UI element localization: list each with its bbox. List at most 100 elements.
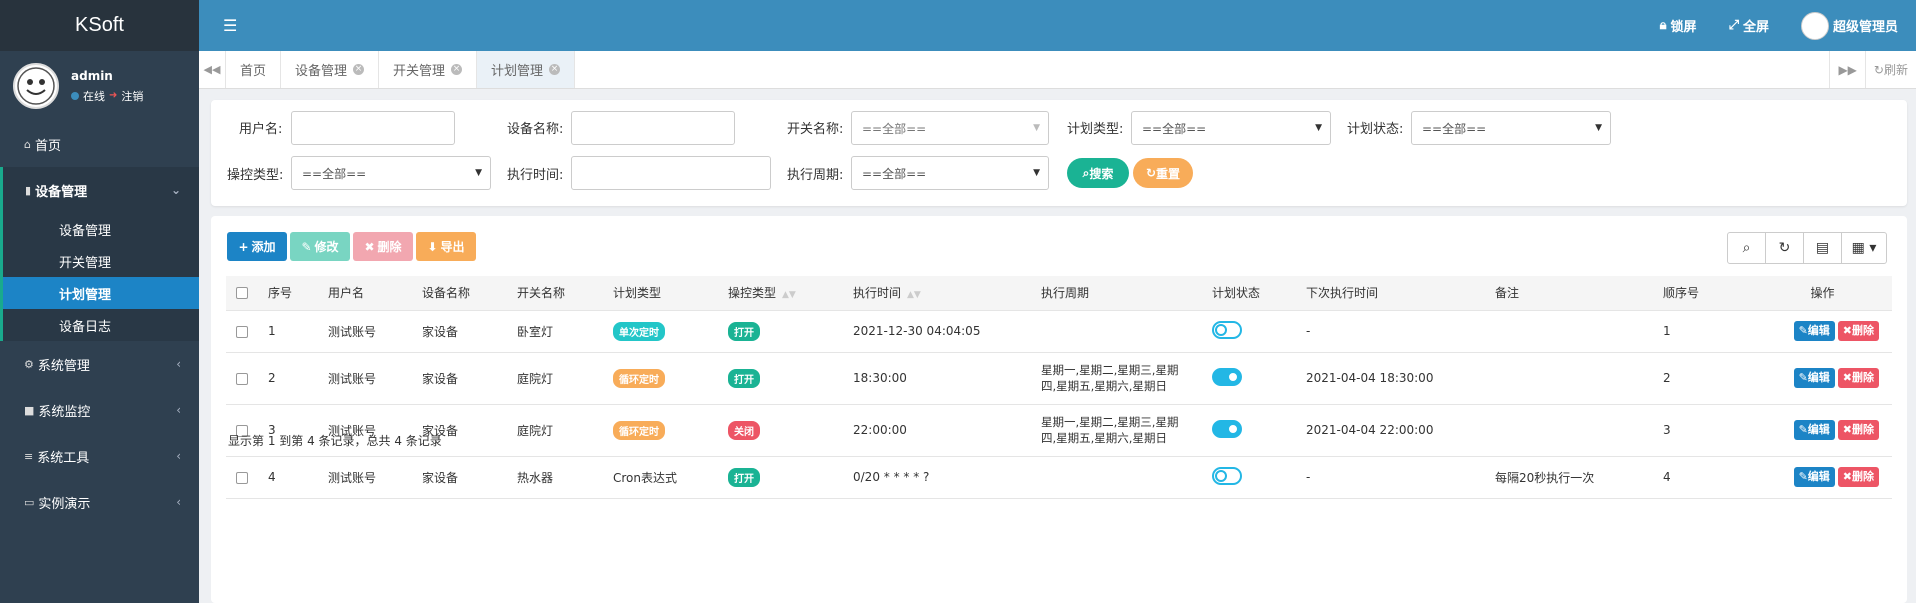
nav-system-monitor[interactable]: ■ 系统监控 ‹	[0, 387, 199, 433]
col-order[interactable]: 顺序号	[1653, 276, 1753, 311]
row-edit-label: 编辑	[1807, 423, 1830, 436]
col-exec-time[interactable]: 执行时间 ▲▼	[843, 276, 1031, 311]
subnav-device[interactable]: 设备管理	[0, 213, 199, 245]
logout-icon[interactable]: ➜	[109, 90, 117, 101]
edit-button[interactable]: ✎ 修改	[290, 232, 350, 261]
subnav-plan[interactable]: 计划管理	[0, 277, 199, 309]
refresh-tab-button[interactable]: ↻ 刷新	[1864, 51, 1916, 88]
close-icon[interactable]: ×	[451, 64, 463, 75]
plan-status-toggle[interactable]	[1212, 320, 1242, 339]
plan-status-toggle[interactable]	[1212, 419, 1242, 438]
search-button[interactable]: ⌕ 搜索	[1067, 158, 1129, 188]
row-delete-button[interactable]: ✖删除	[1837, 467, 1879, 487]
app-logo[interactable]: KSoft	[0, 0, 199, 51]
tab-plan[interactable]: 计划管理 ×	[477, 51, 576, 88]
tab-device[interactable]: 设备管理 ×	[281, 51, 380, 88]
menu-toggle-icon[interactable]: ☰	[223, 16, 237, 35]
row-delete-button[interactable]: ✖删除	[1837, 321, 1879, 341]
delete-label: 删除	[377, 240, 402, 254]
nav-monitor-label: 系统监控	[38, 404, 91, 420]
select-all-checkbox[interactable]	[236, 287, 248, 300]
plan-status-toggle[interactable]	[1212, 367, 1242, 386]
plan-status-toggle[interactable]	[1212, 466, 1242, 485]
close-icon[interactable]: ×	[353, 64, 365, 75]
add-button[interactable]: + 添加	[227, 232, 287, 261]
reset-button[interactable]: ↻ 重置	[1133, 158, 1193, 188]
table-row[interactable]: 2 测试账号 家设备 庭院灯 循环定时 打开 18:30:00 星期一,星期二,…	[226, 352, 1892, 405]
col-plan-status[interactable]: 计划状态	[1202, 276, 1296, 311]
close-icon[interactable]: ×	[549, 64, 561, 75]
op-type-badge: 打开	[728, 467, 760, 487]
lock-label: 锁屏	[1670, 20, 1697, 35]
tab-switch[interactable]: 开关管理 ×	[379, 51, 478, 88]
device-name-input[interactable]	[571, 111, 735, 145]
cell-device: 家设备	[412, 310, 507, 353]
cell-order: 4	[1653, 456, 1753, 499]
col-exec-cycle[interactable]: 执行周期	[1031, 276, 1202, 311]
lock-screen-button[interactable]: 🔒︎ 锁屏	[1660, 16, 1697, 35]
delete-icon: ✖	[1842, 371, 1852, 384]
subnav-device-log[interactable]: 设备日志	[0, 309, 199, 341]
avatar[interactable]	[13, 63, 59, 109]
nav-home[interactable]: ⌂ 首页	[0, 121, 199, 167]
plan-status-select[interactable]: ==全部== ▼	[1411, 111, 1611, 145]
row-edit-button[interactable]: ✎编辑	[1793, 420, 1835, 440]
exec-time-input[interactable]	[571, 156, 771, 190]
col-remark[interactable]: 备注	[1485, 276, 1653, 311]
col-user[interactable]: 用户名	[318, 276, 412, 311]
row-delete-button[interactable]: ✖删除	[1837, 368, 1879, 388]
row-checkbox[interactable]	[236, 471, 248, 484]
export-button[interactable]: ⬇ 导出	[416, 232, 476, 261]
nav-system-tools[interactable]: ≡ 系统工具 ‹	[0, 433, 199, 479]
plan-type-text: Cron表达式	[613, 470, 677, 485]
cell-next-time: 2021-04-04 22:00:00	[1296, 404, 1485, 457]
col-switch[interactable]: 开关名称	[507, 276, 603, 311]
plan-type-label: 计划类型:	[1067, 122, 1124, 137]
plan-type-badge: 循环定时	[613, 368, 665, 388]
search-icon[interactable]: ⌕	[1728, 233, 1766, 263]
table-panel: + 添加 ✎ 修改 ✖ 删除 ⬇ 导出 ⌕ ↻ ▤ ▦ ▾ 序号 用户名 设备名称 开关…	[211, 216, 1907, 603]
col-op-type[interactable]: 操控类型 ▲▼	[718, 276, 843, 311]
delete-button[interactable]: ✖ 删除	[353, 232, 413, 261]
username-input[interactable]	[291, 111, 455, 145]
table-row[interactable]: 4 测试账号 家设备 热水器 Cron表达式 打开 0/20 * * * * ?…	[226, 456, 1892, 499]
nav-demo-label: 实例演示	[38, 496, 91, 512]
col-next-time[interactable]: 下次执行时间	[1296, 276, 1485, 311]
cell-device: 家设备	[412, 456, 507, 499]
user-menu[interactable]: 超级管理员	[1800, 11, 1898, 40]
row-checkbox[interactable]	[236, 372, 248, 385]
search-form: 用户名: 设备名称: 开关名称: ==全部== ▼ 计划类型: ==全部== ▼ 计…	[211, 100, 1907, 206]
subnav-switch[interactable]: 开关管理	[0, 245, 199, 277]
row-edit-button[interactable]: ✎编辑	[1793, 321, 1835, 341]
table-row[interactable]: 1 测试账号 家设备 卧室灯 单次定时 打开 2021-12-30 04:04:…	[226, 310, 1892, 353]
cell-order: 2	[1653, 352, 1753, 405]
columns-icon[interactable]: ▦ ▾	[1842, 233, 1886, 263]
refresh-icon[interactable]: ↻	[1766, 233, 1804, 263]
user-name: admin	[71, 68, 113, 83]
col-no[interactable]: 序号	[258, 276, 318, 311]
admin-name: 超级管理员	[1832, 20, 1898, 35]
plan-type-select[interactable]: ==全部== ▼	[1131, 111, 1331, 145]
nav-device-management[interactable]: ▮ 设备管理 ⌄	[0, 167, 199, 213]
tab-home[interactable]: 首页	[226, 51, 282, 88]
op-type-select[interactable]: ==全部== ▼	[291, 156, 491, 190]
exec-cycle-select[interactable]: ==全部== ▼	[851, 156, 1049, 190]
toggle-view-icon[interactable]: ▤	[1804, 233, 1842, 263]
row-checkbox[interactable]	[236, 325, 248, 338]
row-edit-button[interactable]: ✎编辑	[1793, 467, 1835, 487]
fullscreen-button[interactable]: ⤢ 全屏	[1729, 16, 1769, 35]
table-row[interactable]: 3 测试账号 家设备 庭院灯 循环定时 关闭 22:00:00 星期一,星期二,…	[226, 404, 1892, 457]
online-status: 在线	[83, 89, 105, 103]
row-edit-button[interactable]: ✎编辑	[1793, 368, 1835, 388]
switch-name-select[interactable]: ==全部== ▼	[851, 111, 1049, 145]
col-actions[interactable]: 操作	[1753, 276, 1892, 311]
row-delete-button[interactable]: ✖删除	[1837, 420, 1879, 440]
logout-link[interactable]: 注销	[121, 88, 143, 104]
cell-cycle-line: 星期一,星期二,星期三,星期	[1041, 415, 1179, 429]
col-plan-type[interactable]: 计划类型	[603, 276, 718, 311]
col-device[interactable]: 设备名称	[412, 276, 507, 311]
tab-scroll-right-icon[interactable]: ▶▶	[1829, 51, 1864, 88]
nav-demo[interactable]: ▭ 实例演示 ‹	[0, 479, 199, 525]
tab-scroll-left-icon[interactable]: ◀◀	[199, 51, 226, 88]
nav-system-management[interactable]: ⚙ 系统管理 ‹	[0, 341, 199, 387]
